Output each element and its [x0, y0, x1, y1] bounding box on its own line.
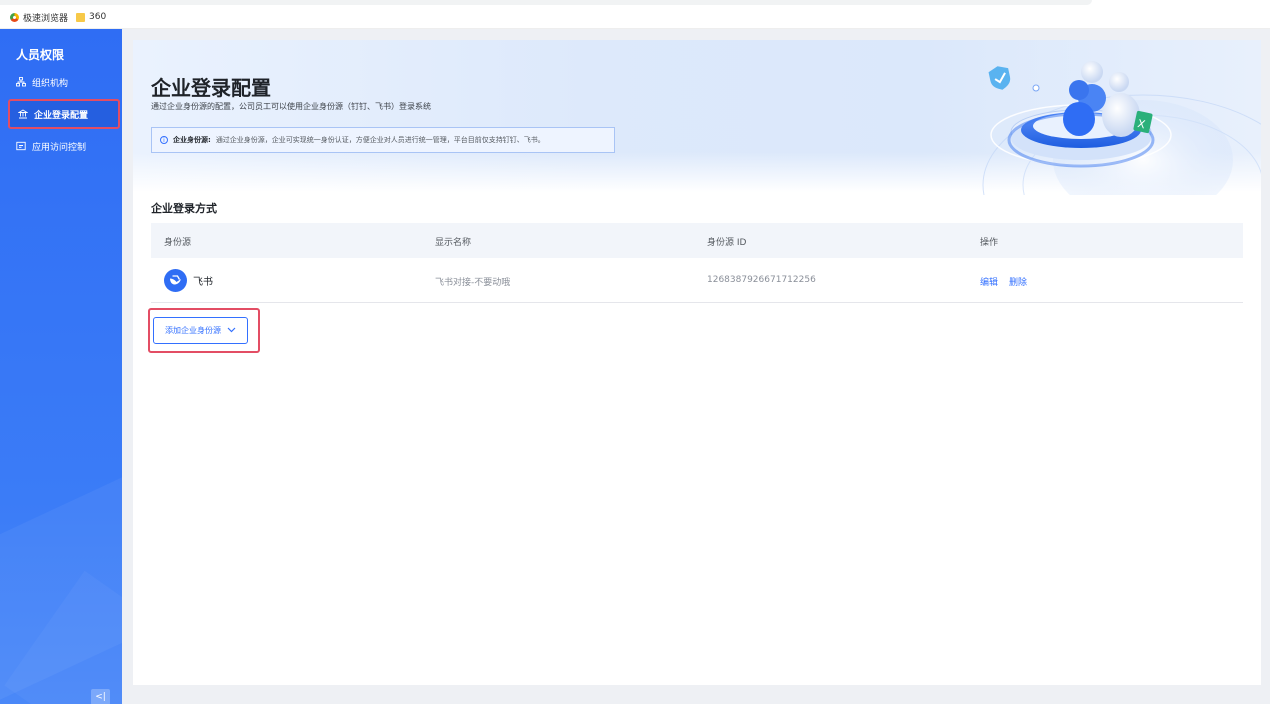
notice-label: 企业身份源: [173, 136, 211, 144]
column-header-actions: 操作 [980, 238, 999, 248]
folder-icon [76, 12, 85, 22]
hero-illustration: X [853, 40, 1261, 276]
content-card: X 企业登录配置 通过企业身份源的配置，公司员工可以使用企业身份源（钉钉、飞书）… [133, 40, 1261, 685]
source-id-cell: 1268387926671712256 [707, 275, 816, 285]
source-name: 飞书 [193, 277, 213, 288]
add-button-label: 添加企业身份源 [165, 326, 221, 335]
page-description: 通过企业身份源的配置，公司员工可以使用企业身份源（钉钉、飞书）登录系统 [151, 102, 431, 111]
sidebar-item-enterprise-login[interactable]: 企业登录配置 [8, 99, 120, 129]
section-title: 企业登录方式 [151, 202, 217, 215]
edit-link[interactable]: 编辑 [980, 275, 998, 288]
notice-text: 通过企业身份源，企业可实现统一身份认证，方便企业对人员进行统一管理，平台目前仅支… [215, 136, 545, 144]
source-cell: 飞书 [164, 269, 213, 292]
bank-icon [18, 109, 28, 119]
add-identity-source-button[interactable]: 添加企业身份源 [153, 317, 248, 344]
column-header-display-name: 显示名称 [435, 238, 472, 248]
sidebar-item-label: 组织机构 [32, 78, 69, 89]
sidebar-title: 人员权限 [16, 48, 65, 62]
table-row: 飞书 飞书对接-不要动哦 1268387926671712256 编辑 删除 [151, 258, 1243, 303]
address-bar-edge [0, 0, 1092, 5]
display-name-cell: 飞书对接-不要动哦 [435, 278, 511, 288]
bookmark-browser[interactable]: 极速浏览器 [10, 10, 68, 24]
column-header-source-id: 身份源 ID [707, 238, 747, 248]
sidebar-collapse-button[interactable]: <| [91, 689, 110, 704]
sidebar-item-label: 企业登录配置 [34, 110, 89, 121]
bookmark-label: 极速浏览器 [23, 13, 69, 24]
chevron-down-icon [227, 326, 236, 335]
sidebar-item-app-access[interactable]: 应用访问控制 [8, 131, 120, 161]
bookmark-label: 360 [89, 12, 107, 22]
add-source-highlight: 添加企业身份源 [148, 308, 260, 353]
info-notice: i 企业身份源: 通过企业身份源，企业可实现统一身份认证，方便企业对人员进行统一… [151, 127, 615, 153]
extension-icon [10, 12, 19, 22]
page-title: 企业登录配置 [151, 76, 271, 100]
app-window-icon [16, 141, 26, 151]
browser-bookmarks-bar: 极速浏览器 360 [0, 0, 1270, 29]
column-header-source: 身份源 [164, 238, 192, 248]
sidebar-item-label: 应用访问控制 [32, 142, 87, 153]
sidebar: 人员权限 组织机构 企业登录配置 应用访问控制 <| [0, 29, 122, 704]
info-icon: i [160, 136, 168, 144]
delete-link[interactable]: 删除 [1009, 275, 1027, 288]
table-header: 身份源 显示名称 身份源 ID 操作 [151, 223, 1243, 258]
bookmark-360[interactable]: 360 [76, 10, 106, 24]
feishu-logo-icon [164, 269, 187, 292]
sidebar-item-org[interactable]: 组织机构 [8, 67, 120, 97]
org-tree-icon [16, 77, 26, 87]
